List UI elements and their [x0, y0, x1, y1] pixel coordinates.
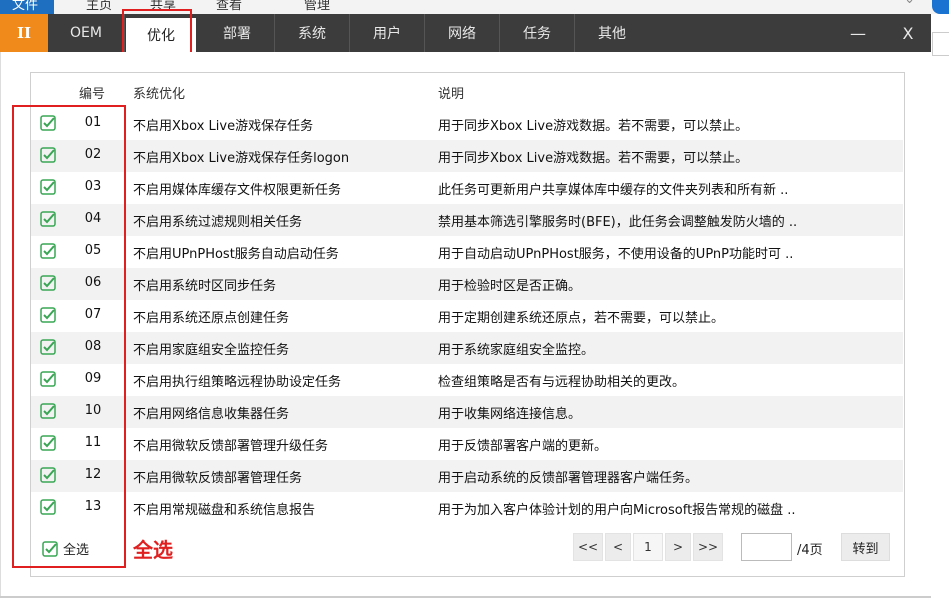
row-description: 用于系统家庭组安全监控。: [438, 343, 595, 358]
tab-deploy[interactable]: 部署: [200, 14, 275, 52]
table-row[interactable]: 01 不启用Xbox Live游戏保存任务 用于同步Xbox Live游戏数据。若不…: [31, 108, 903, 140]
table-row[interactable]: 07 不启用系统还原点创建任务 用于定期创建系统还原点，若不需要，可以禁止。: [31, 300, 903, 332]
page-next-button[interactable]: >: [665, 533, 691, 561]
row-optimization-name: 不启用常规磁盘和系统信息报告: [133, 503, 316, 518]
select-all-checkbox[interactable]: 全选: [42, 539, 89, 558]
table-row[interactable]: 05 不启用UPnPHost服务自动启动任务 用于自动启动UPnPHost服务，不使…: [31, 236, 903, 268]
row-description: 禁用基本筛选引擎服务时(BFE)，此任务会调整触发防火墙的 ..: [438, 215, 798, 230]
table-row[interactable]: 13 不启用常规磁盘和系统信息报告 用于为加入客户体验计划的用户向Microsoft…: [31, 492, 903, 524]
row-optimization-name: 不启用执行组策略远程协助设定任务: [133, 375, 342, 390]
host-menu-view[interactable]: 查看: [216, 0, 242, 13]
tab-network[interactable]: 网络: [425, 14, 500, 52]
checkbox-checked-icon: [42, 540, 58, 557]
select-all-annotation: 全选: [133, 538, 173, 562]
host-menu-home[interactable]: 主页: [86, 0, 112, 13]
page-prev-button[interactable]: <: [605, 533, 631, 561]
row-description: 用于定期创建系统还原点，若不需要，可以禁止。: [438, 311, 725, 326]
row-description: 此任务可更新用户共享媒体库中缓存的文件夹列表和所有新 ..: [438, 183, 789, 198]
row-optimization-name: 不启用UPnPHost服务自动启动任务: [133, 247, 339, 262]
table-row[interactable]: 11 不启用微软反馈部署管理升级任务 用于反馈部署客户端的更新。: [31, 428, 903, 460]
row-optimization-name: 不启用系统还原点创建任务: [133, 311, 290, 326]
row-description: 用于反馈部署客户端的更新。: [438, 439, 608, 454]
row-description: 用于同步Xbox Live游戏数据。若不需要，可以禁止。: [438, 151, 749, 166]
row-description: 用于同步Xbox Live游戏数据。若不需要，可以禁止。: [438, 119, 749, 134]
host-menu-file[interactable]: 文件: [0, 0, 54, 14]
table-row[interactable]: 12 不启用微软反馈部署管理任务 用于启动系统的反馈部署管理器客户端任务。: [31, 460, 903, 492]
page-last-button[interactable]: >>: [693, 533, 723, 561]
row-description: 用于为加入客户体验计划的用户向Microsoft报告常规的磁盘 ..: [438, 503, 796, 518]
help-icon[interactable]: [932, 0, 949, 14]
tab-other[interactable]: 其他: [575, 14, 649, 52]
row-description: 用于启动系统的反馈部署管理器客户端任务。: [438, 471, 699, 486]
table-row[interactable]: 08 不启用家庭组安全监控任务 用于系统家庭组安全监控。: [31, 332, 903, 364]
table-row[interactable]: 04 不启用系统过滤规则相关任务 禁用基本筛选引擎服务时(BFE)，此任务会调整触发…: [31, 204, 903, 236]
tab-user[interactable]: 用户: [350, 14, 425, 52]
tab-annotation-box: [122, 9, 192, 57]
host-side-box: [932, 32, 949, 56]
table-header: 编号 系统优化 说明: [31, 73, 903, 108]
row-description: 检查组策略是否有与远程协助相关的更改。: [438, 375, 686, 390]
header-name: 系统优化: [133, 87, 186, 102]
table-row[interactable]: 09 不启用执行组策略远程协助设定任务 检查组策略是否有与远程协助相关的更改。: [31, 364, 903, 396]
page-current[interactable]: 1: [633, 533, 663, 561]
row-optimization-name: 不启用Xbox Live游戏保存任务logon: [133, 151, 350, 166]
table-row[interactable]: 10 不启用网络信息收集器任务 用于收集网络连接信息。: [31, 396, 903, 428]
app-logo: II: [0, 14, 48, 52]
row-description: 用于检验时区是否正确。: [438, 279, 582, 294]
row-optimization-name: 不启用媒体库缓存文件权限更新任务: [133, 183, 342, 198]
row-description: 用于自动启动UPnPHost服务，不使用设备的UPnP功能时可 ..: [438, 247, 794, 262]
table-row[interactable]: 03 不启用媒体库缓存文件权限更新任务 此任务可更新用户共享媒体库中缓存的文件夹列表…: [31, 172, 903, 204]
header-desc: 说明: [438, 87, 465, 102]
page-total: /4页: [797, 543, 823, 558]
checkbox-annotation-box: [12, 105, 126, 568]
row-description: 用于收集网络连接信息。: [438, 407, 582, 422]
page-number-input[interactable]: [741, 533, 792, 561]
tab-system[interactable]: 系统: [275, 14, 350, 52]
row-optimization-name: 不启用微软反馈部署管理任务: [133, 471, 303, 486]
row-optimization-name: 不启用系统过滤规则相关任务: [133, 215, 303, 230]
go-button[interactable]: 转到: [841, 533, 890, 561]
close-button[interactable]: X: [888, 14, 928, 52]
row-optimization-name: 不启用Xbox Live游戏保存任务: [133, 119, 314, 134]
header-num: 编号: [79, 87, 106, 102]
tab-oem[interactable]: OEM: [48, 14, 125, 52]
page-first-button[interactable]: <<: [573, 533, 603, 561]
row-optimization-name: 不启用系统时区同步任务: [133, 279, 277, 294]
tab-task[interactable]: 任务: [500, 14, 575, 52]
select-all-label: 全选: [63, 543, 90, 558]
row-optimization-name: 不启用微软反馈部署管理升级任务: [133, 439, 329, 454]
table-row[interactable]: 06 不启用系统时区同步任务 用于检验时区是否正确。: [31, 268, 903, 300]
table-row[interactable]: 02 不启用Xbox Live游戏保存任务logon 用于同步Xbox Live游戏…: [31, 140, 903, 172]
row-optimization-name: 不启用家庭组安全监控任务: [133, 343, 290, 358]
minimize-button[interactable]: —: [838, 14, 878, 52]
row-optimization-name: 不启用网络信息收集器任务: [133, 407, 290, 422]
host-menu-manage[interactable]: 管理: [304, 0, 330, 13]
chevron-down-icon[interactable]: ⌄: [904, 0, 915, 7]
